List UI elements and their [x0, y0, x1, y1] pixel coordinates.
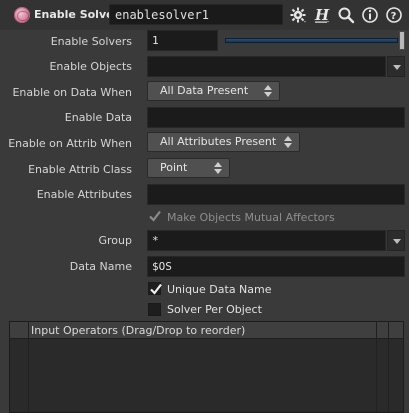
menu-updown-arrows-icon: [264, 85, 272, 97]
enable-on-attrib-when-value: All Attributes Present: [160, 135, 277, 148]
node-type-label: Enable Solver: [34, 8, 120, 21]
solver-per-object-label: Solver Per Object: [167, 303, 262, 316]
enable-attributes-label: Enable Attributes: [36, 188, 132, 201]
column-divider: [388, 322, 389, 338]
column-divider: [28, 339, 29, 412]
enable-on-data-when-label: Enable on Data When: [12, 86, 132, 99]
data-name-field[interactable]: $OS: [147, 256, 405, 277]
column-divider: [28, 322, 29, 338]
enable-attrib-class-menu[interactable]: Point: [147, 158, 230, 178]
enable-on-attrib-when-menu[interactable]: All Attributes Present: [147, 132, 300, 152]
enable-on-attrib-when-label: Enable on Attrib When: [8, 137, 132, 150]
enable-solvers-slider-handle[interactable]: [399, 31, 405, 50]
enable-solvers-label: Enable Solvers: [50, 35, 132, 48]
enable-attrib-class-label: Enable Attrib Class: [28, 163, 132, 176]
input-operators-header: Input Operators (Drag/Drop to reorder): [10, 322, 403, 339]
unique-data-name-label: Unique Data Name: [167, 283, 272, 296]
enable-solvers-field[interactable]: 1: [147, 30, 218, 51]
group-field[interactable]: *: [147, 230, 386, 251]
parameter-pane-header: Enable Solver enablesolver1 H ?: [0, 0, 409, 30]
group-dropdown-button[interactable]: [387, 230, 405, 251]
menu-updown-arrows-icon: [214, 162, 222, 174]
enable-solvers-slider[interactable]: [225, 38, 398, 43]
help-icon[interactable]: ?: [385, 6, 403, 24]
input-operators-rows[interactable]: [10, 339, 403, 412]
column-divider: [376, 339, 377, 412]
enable-data-field[interactable]: [147, 107, 405, 128]
group-label: Group: [98, 234, 133, 247]
solver-per-object-checkbox[interactable]: [148, 303, 161, 316]
help-h-icon[interactable]: H: [313, 6, 331, 24]
enable-on-data-when-value: All Data Present: [160, 84, 249, 97]
enable-objects-dropdown-button[interactable]: [387, 56, 405, 77]
enable-on-data-when-menu[interactable]: All Data Present: [147, 81, 280, 101]
data-name-label: Data Name: [69, 260, 132, 273]
enable-objects-field[interactable]: [147, 56, 386, 77]
enable-data-label: Enable Data: [64, 111, 132, 124]
make-objects-mutual-affectors-label: Make Objects Mutual Affectors: [167, 211, 335, 224]
gear-icon[interactable]: [290, 6, 308, 24]
column-divider: [388, 339, 389, 412]
node-name-field[interactable]: enablesolver1: [109, 4, 283, 25]
enable-attributes-field[interactable]: [147, 184, 405, 205]
svg-text:?: ?: [391, 11, 397, 22]
enable-objects-label: Enable Objects: [49, 60, 132, 73]
search-icon[interactable]: [337, 6, 355, 24]
enable-attrib-class-value: Point: [160, 161, 188, 174]
unique-data-name-checkbox[interactable]: [148, 282, 162, 295]
column-divider: [376, 322, 377, 338]
input-operators-list[interactable]: Input Operators (Drag/Drop to reorder): [9, 321, 404, 413]
make-objects-mutual-affectors-checkbox[interactable]: [148, 210, 161, 223]
brain-icon[interactable]: [14, 7, 30, 23]
input-operators-header-label: Input Operators (Drag/Drop to reorder): [31, 324, 246, 337]
menu-updown-arrows-icon: [284, 136, 292, 148]
info-icon[interactable]: [361, 6, 379, 24]
